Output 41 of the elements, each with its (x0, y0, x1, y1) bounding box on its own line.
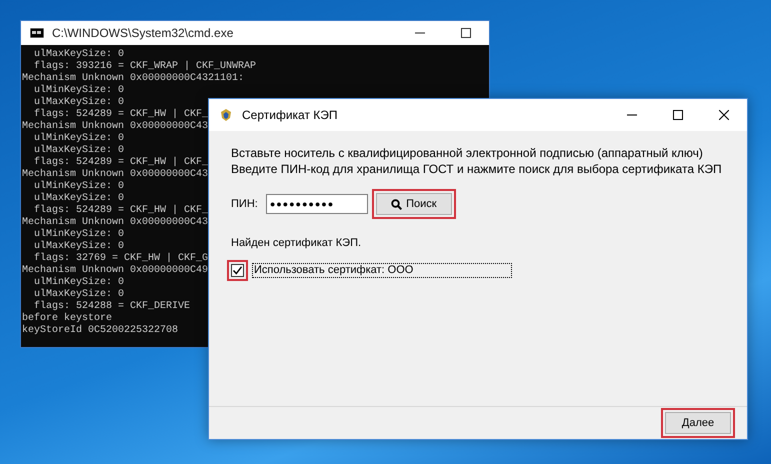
console-line: before keystore (22, 313, 112, 324)
search-icon (391, 198, 402, 210)
next-button[interactable]: Далее (665, 412, 731, 434)
console-line: ulMinKeySize: 0 (33, 181, 124, 192)
console-line: ulMaxKeySize: 0 (33, 241, 124, 252)
console-line: ulMaxKeySize: 0 (33, 193, 124, 204)
console-line: ulMinKeySize: 0 (33, 85, 124, 96)
console-line: Mechanism Unknown 0x00000000C4321101: (22, 73, 244, 84)
status-text: Найден сертификат КЭП. (231, 236, 362, 251)
console-line: flags: 524289 = CKF_HW | CKF_ (33, 205, 208, 216)
emblem-icon (218, 107, 234, 123)
checkbox[interactable] (231, 264, 244, 276)
console-line: ulMaxKeySize: 0 (33, 289, 124, 300)
console-line: ulMaxKeySize: 0 (33, 49, 124, 60)
window-title: C:\WINDOWS\System32\cmd.exe (52, 25, 234, 42)
console-line: ulMaxKeySize: 0 (33, 97, 124, 108)
console-line: flags: 524288 = CKF_DERIVE (33, 301, 190, 312)
close-icon (719, 110, 729, 120)
console-line: Mechanism Unknown 0x00000000C43 (22, 169, 208, 180)
console-line: Mechanism Unknown 0x00000000C49 (22, 265, 208, 276)
console-line: flags: 524289 = CKF_HW | CKF_ (33, 157, 208, 168)
console-line: flags: 524289 = CKF_HW | CKF_ (33, 109, 208, 120)
console-line: Mechanism Unknown 0x00000000C43 (22, 121, 208, 132)
console-line: ulMinKeySize: 0 (33, 277, 124, 288)
instruction-text: Вставьте носитель с квалифицированной электронной подписью (аппаратный ключ) (231, 145, 703, 161)
console-line: flags: 32769 = CKF_HW | CKF_G (33, 253, 208, 264)
pin-field[interactable]: ●●●●●●●●●● (266, 194, 368, 214)
console-line: ulMinKeySize: 0 (33, 229, 124, 240)
maximize-icon (461, 28, 471, 38)
console-line: ulMaxKeySize: 0 (33, 145, 124, 156)
instruction-text: Введите ПИН-код для хранилища ГОСТ и нажмите поиск для выбора сертификата КЭП (231, 161, 722, 177)
console-line: flags: 393216 = CKF_WRAP | CKF_UNWRAP (33, 61, 256, 72)
maximize-icon (673, 110, 683, 120)
search-button[interactable]: Поиск (376, 193, 452, 215)
pin-label: ПИН: (231, 196, 258, 212)
console-line: ulMinKeySize: 0 (33, 133, 124, 144)
window-title: Сертификат КЭП (242, 107, 339, 124)
console-line: Mechanism Unknown 0x00000000C43 (22, 217, 208, 228)
console-icon (30, 28, 44, 38)
checkbox-label[interactable]: Использовать сертифкат: ООО (252, 262, 512, 278)
console-line: keyStoreId 0C5200225322708 (22, 325, 178, 337)
